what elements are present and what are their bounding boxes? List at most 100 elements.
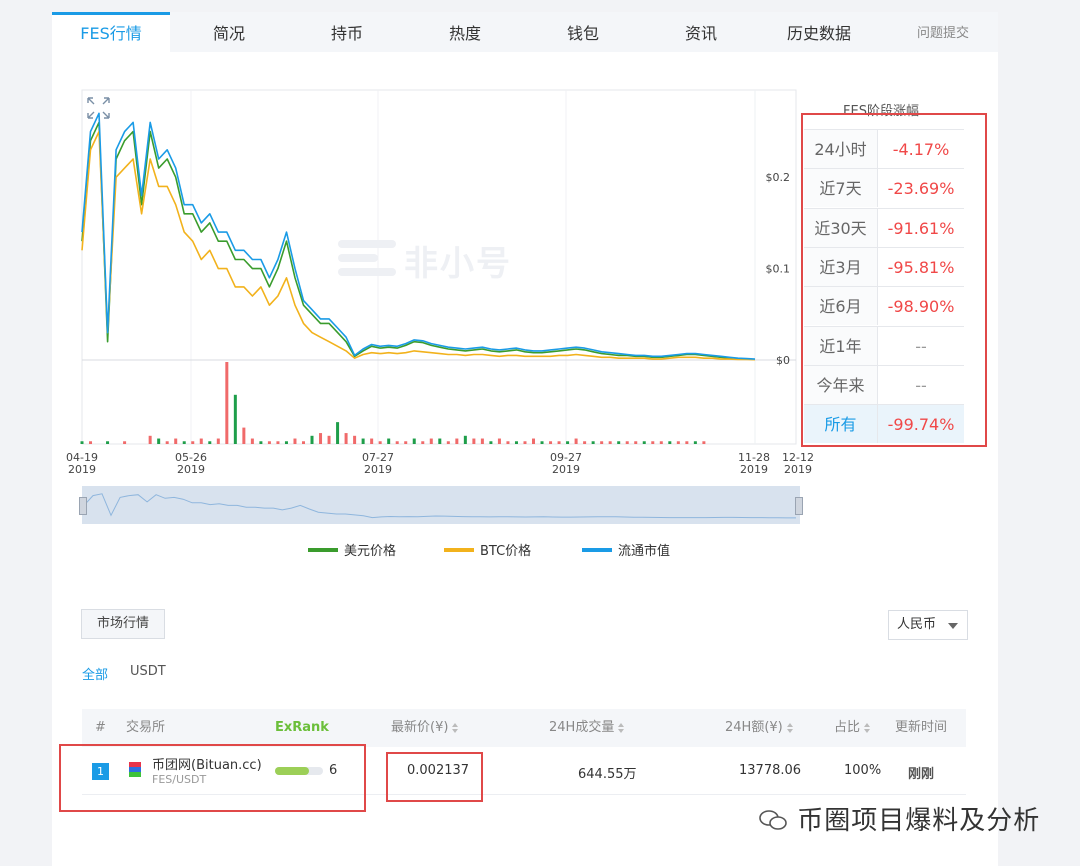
chevron-down-icon — [948, 623, 958, 629]
volume-bar — [284, 441, 288, 444]
legend-item-usd[interactable]: 美元价格 — [308, 540, 396, 559]
y-tick-label: $0.2 — [766, 171, 791, 184]
market-section-button[interactable]: 市场行情 — [81, 609, 165, 639]
volume-bar — [625, 441, 629, 444]
legend-item-marketcap[interactable]: 流通市值 — [582, 540, 670, 559]
sort-icon[interactable] — [618, 722, 625, 733]
col-volume[interactable]: 24H成交量 — [549, 709, 625, 747]
volume-bar — [438, 438, 442, 444]
volume-bar — [336, 422, 340, 444]
volume-bar — [642, 441, 646, 444]
volume-bar — [174, 438, 178, 444]
sort-icon[interactable] — [864, 722, 871, 733]
volume-bar — [463, 435, 467, 444]
volume-bar — [361, 438, 365, 444]
sort-icon[interactable] — [452, 722, 459, 733]
volume-bar — [259, 441, 263, 444]
volume-bar — [216, 438, 220, 444]
brand-watermark: 非小号 — [404, 244, 512, 284]
updated-value: 刚刚 — [908, 767, 935, 782]
volume-bar — [676, 441, 680, 444]
volume-bar — [199, 438, 203, 444]
volume-bar — [591, 441, 595, 444]
volume-bar — [106, 441, 110, 444]
volume-bar — [617, 441, 621, 444]
volume-bar — [421, 441, 425, 444]
volume-bar — [566, 441, 570, 444]
volume-bar — [446, 441, 450, 444]
volume-bar — [497, 438, 501, 444]
filter-usdt[interactable]: USDT — [130, 664, 166, 679]
col-index: # — [95, 720, 106, 735]
volume-bar — [344, 433, 348, 444]
volume-bar — [123, 441, 127, 444]
currency-select[interactable]: 人民币 — [888, 610, 968, 640]
footer-watermark: 币圈项目爆料及分析 — [758, 800, 1040, 837]
volume-bar — [80, 441, 84, 444]
x-tick: 07-27 2019 — [362, 451, 394, 476]
y-axis: $0.2 $0.1 $0 — [766, 171, 791, 367]
volume-bar — [404, 441, 408, 444]
navigator-left-handle[interactable] — [79, 497, 87, 515]
navigator-right-handle[interactable] — [795, 497, 803, 515]
x-tick: 05-26 2019 — [175, 451, 207, 476]
volume-bar — [267, 441, 271, 444]
col-share[interactable]: 占比 — [834, 709, 871, 747]
x-tick: 04-19 2019 — [66, 451, 98, 476]
volume-bar — [301, 441, 305, 444]
volume-bar — [651, 441, 655, 444]
volume-bar — [549, 441, 553, 444]
volume-bar — [250, 438, 254, 444]
volume-bar — [293, 438, 297, 444]
volume-bar — [702, 441, 706, 444]
volume-bar — [600, 441, 604, 444]
volume-bar — [242, 427, 246, 444]
y-tick-label: $0.1 — [766, 263, 791, 276]
highlight-box-stage — [801, 113, 987, 447]
volume-bar — [370, 438, 374, 444]
x-tick: 09-27 2019 — [550, 451, 582, 476]
volume-bar — [455, 438, 459, 444]
volume-bar — [191, 441, 195, 444]
volume-bar — [378, 441, 382, 444]
col-updated: 更新时间 — [895, 720, 948, 735]
volume-bar — [514, 441, 518, 444]
volume-bar — [157, 438, 161, 444]
volume-bars — [80, 362, 706, 444]
volume-bar — [387, 438, 391, 444]
legend-item-btc[interactable]: BTC价格 — [444, 540, 531, 559]
volume-bar — [319, 433, 323, 444]
col-amount[interactable]: 24H额(¥) — [725, 709, 793, 747]
share-value: 100% — [844, 763, 882, 778]
volume-bar — [225, 362, 229, 444]
volume-bar — [472, 438, 476, 444]
volume-bar — [165, 441, 169, 444]
volume-bar — [506, 441, 510, 444]
market-table-header: # 交易所 ExRank 最新价(¥) 24H成交量 24H额(¥) 占比 更新… — [82, 709, 966, 747]
volume-bar — [574, 438, 578, 444]
volume-bar — [668, 441, 672, 444]
volume-bar — [608, 441, 612, 444]
volume-bar — [208, 441, 212, 444]
y-tick-label: $0 — [776, 354, 790, 367]
range-navigator[interactable] — [82, 486, 800, 524]
volume-bar — [540, 441, 544, 444]
volume-bar — [659, 441, 663, 444]
volume-bar — [233, 394, 237, 444]
volume-bar — [429, 438, 433, 444]
x-tick: 12-12 2019 — [782, 451, 814, 476]
brand-watermark-icon — [338, 240, 396, 276]
volume-bar — [89, 441, 93, 444]
volume-bar — [532, 438, 536, 444]
amount-value: 13778.06 — [739, 763, 802, 778]
volume-bar — [310, 435, 314, 444]
volume-bar — [489, 441, 493, 444]
volume-bar — [557, 441, 561, 444]
volume-bar — [583, 441, 587, 444]
sort-icon[interactable] — [786, 722, 793, 733]
col-price[interactable]: 最新价(¥) — [391, 709, 459, 747]
filter-all[interactable]: 全部 — [82, 664, 108, 683]
x-tick: 11-28 2019 — [738, 451, 770, 476]
volume-bar — [395, 441, 399, 444]
col-exchange: 交易所 — [126, 720, 166, 735]
